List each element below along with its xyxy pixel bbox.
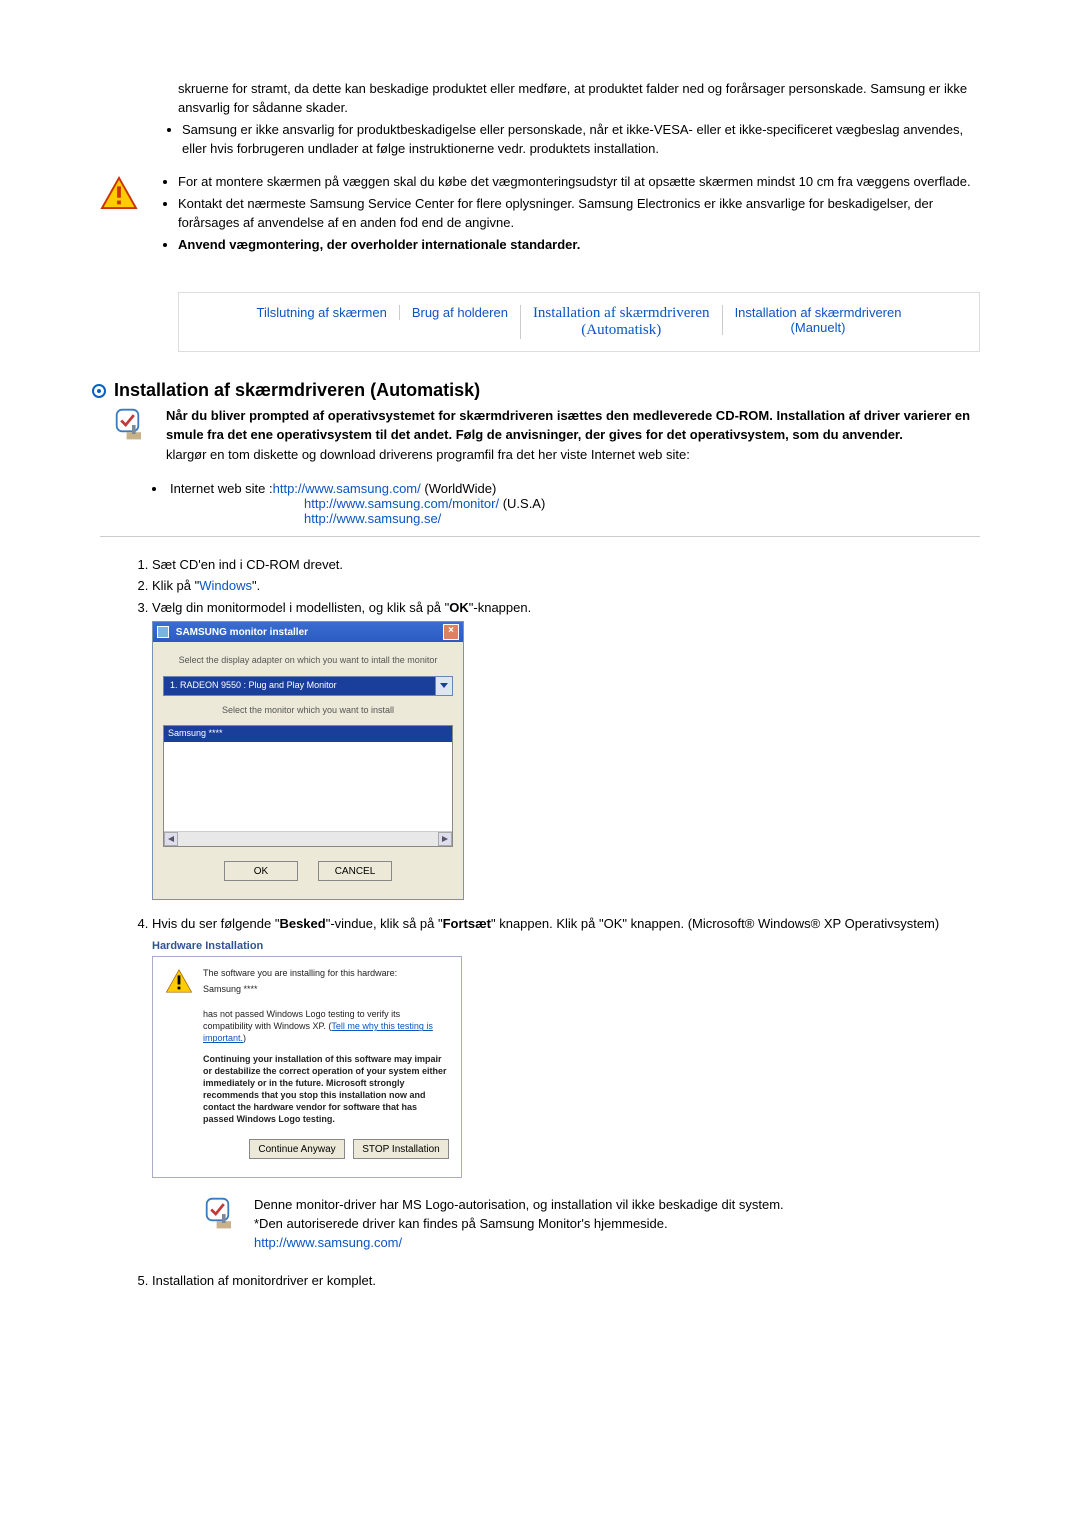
tab-label: Brug af holderen — [412, 305, 508, 320]
installer-dialog: SAMSUNG monitor installer × Select the d… — [152, 621, 464, 900]
list-item[interactable]: Samsung **** — [164, 726, 452, 742]
adapter-combobox[interactable]: 1. RADEON 9550 : Plug and Play Monitor — [163, 676, 453, 696]
link-samsung-usa[interactable]: http://www.samsung.com/monitor/ — [304, 496, 499, 511]
section-bullet-icon — [92, 384, 106, 398]
tab-connecting-monitor[interactable]: Tilslutning af skærmen — [245, 305, 399, 320]
link-samsung-worldwide[interactable]: http://www.samsung.com/ — [273, 481, 421, 496]
cancel-button[interactable]: CANCEL — [318, 861, 392, 881]
tab-sublabel: (Automatisk) — [533, 322, 710, 339]
divider — [100, 536, 980, 537]
checkmark-note-icon — [114, 407, 150, 443]
warning-triangle-icon — [165, 967, 193, 995]
tab-driver-manual[interactable]: Installation af skærmdriveren (Manuelt) — [722, 305, 914, 335]
stop-installation-button[interactable]: STOP Installation — [353, 1139, 449, 1159]
samsung-home-link[interactable]: http://www.samsung.com/ — [254, 1235, 402, 1250]
scroll-left-icon[interactable] — [164, 832, 178, 846]
app-icon — [157, 626, 169, 638]
installer-title: SAMSUNG monitor installer — [157, 625, 308, 640]
step-2: Klik på "Windows". — [152, 576, 980, 596]
step-1: Sæt CD'en ind i CD-ROM drevet. — [152, 555, 980, 575]
installer-label-2: Select the monitor which you want to ins… — [163, 704, 453, 718]
close-icon[interactable]: × — [443, 624, 459, 640]
hw-install-heading: Hardware Installation — [152, 938, 980, 955]
link-suffix: (U.S.A) — [499, 496, 545, 511]
chevron-down-icon[interactable] — [435, 677, 452, 695]
step-3: Vælg din monitormodel i modellisten, og … — [152, 598, 980, 901]
section-heading: Installation af skærmdriveren (Automatis… — [114, 380, 980, 401]
tab-label: Tilslutning af skærmen — [257, 305, 387, 320]
link-suffix: (WorldWide) — [421, 481, 497, 496]
warning-bullet: Kontakt det nærmeste Samsung Service Cen… — [178, 195, 976, 233]
scroll-right-icon[interactable] — [438, 832, 452, 846]
step-5: Installation af monitordriver er komplet… — [152, 1271, 980, 1291]
hardware-installation-dialog: The software you are installing for this… — [152, 956, 462, 1178]
link-samsung-se[interactable]: http://www.samsung.se/ — [304, 511, 441, 526]
ok-button[interactable]: OK — [224, 861, 298, 881]
windows-link[interactable]: Windows — [199, 578, 252, 593]
monitor-listbox[interactable]: Samsung **** — [163, 725, 453, 847]
tab-driver-auto[interactable]: Installation af skærmdriveren (Automatis… — [520, 305, 722, 339]
continue-anyway-button[interactable]: Continue Anyway — [249, 1139, 345, 1159]
section-plain: klargør en tom diskette og download driv… — [166, 446, 980, 465]
hw-warning-bold: Continuing your installation of this sof… — [203, 1053, 449, 1126]
combobox-text: 1. RADEON 9550 : Plug and Play Monitor — [164, 677, 435, 695]
note-line2: *Den autoriserede driver kan findes på S… — [254, 1215, 784, 1234]
warning-triangle-icon — [100, 176, 138, 210]
warning-bullet: For at montere skærmen på væggen skal du… — [178, 173, 976, 192]
internet-links-item: Internet web site :http://www.samsung.co… — [152, 481, 980, 526]
hw-line3b: ) — [243, 1033, 246, 1043]
tab-label: Installation af skærmdriveren — [533, 305, 710, 321]
tab-sublabel: (Manuelt) — [735, 320, 902, 335]
installer-label-1: Select the display adapter on which you … — [163, 654, 453, 668]
note-line1: Denne monitor-driver har MS Logo-autoris… — [254, 1196, 784, 1215]
hw-line2: Samsung **** — [203, 983, 397, 995]
links-label: Internet web site : — [170, 481, 273, 496]
top-bullet: Samsung er ikke ansvarlig for produktbes… — [182, 121, 976, 159]
warning-bold-bullet: Anvend vægmontering, der overholder inte… — [178, 236, 976, 255]
tabs-container: Tilslutning af skærmen Brug af holderen … — [178, 292, 980, 352]
tab-label: Installation af skærmdriveren — [735, 305, 902, 320]
hw-line1: The software you are installing for this… — [203, 967, 397, 979]
install-steps: Sæt CD'en ind i CD-ROM drevet. Klik på "… — [124, 555, 980, 1291]
step-4: Hvis du ser følgende "Besked"-vindue, kl… — [152, 914, 980, 1253]
horizontal-scrollbar[interactable] — [164, 831, 452, 846]
section-intro: Når du bliver prompted af operativsystem… — [166, 407, 980, 445]
top-fragment-text: skruerne for stramt, da dette kan beskad… — [178, 80, 980, 118]
tab-using-stand[interactable]: Brug af holderen — [399, 305, 520, 320]
checkmark-note-icon — [204, 1196, 240, 1232]
